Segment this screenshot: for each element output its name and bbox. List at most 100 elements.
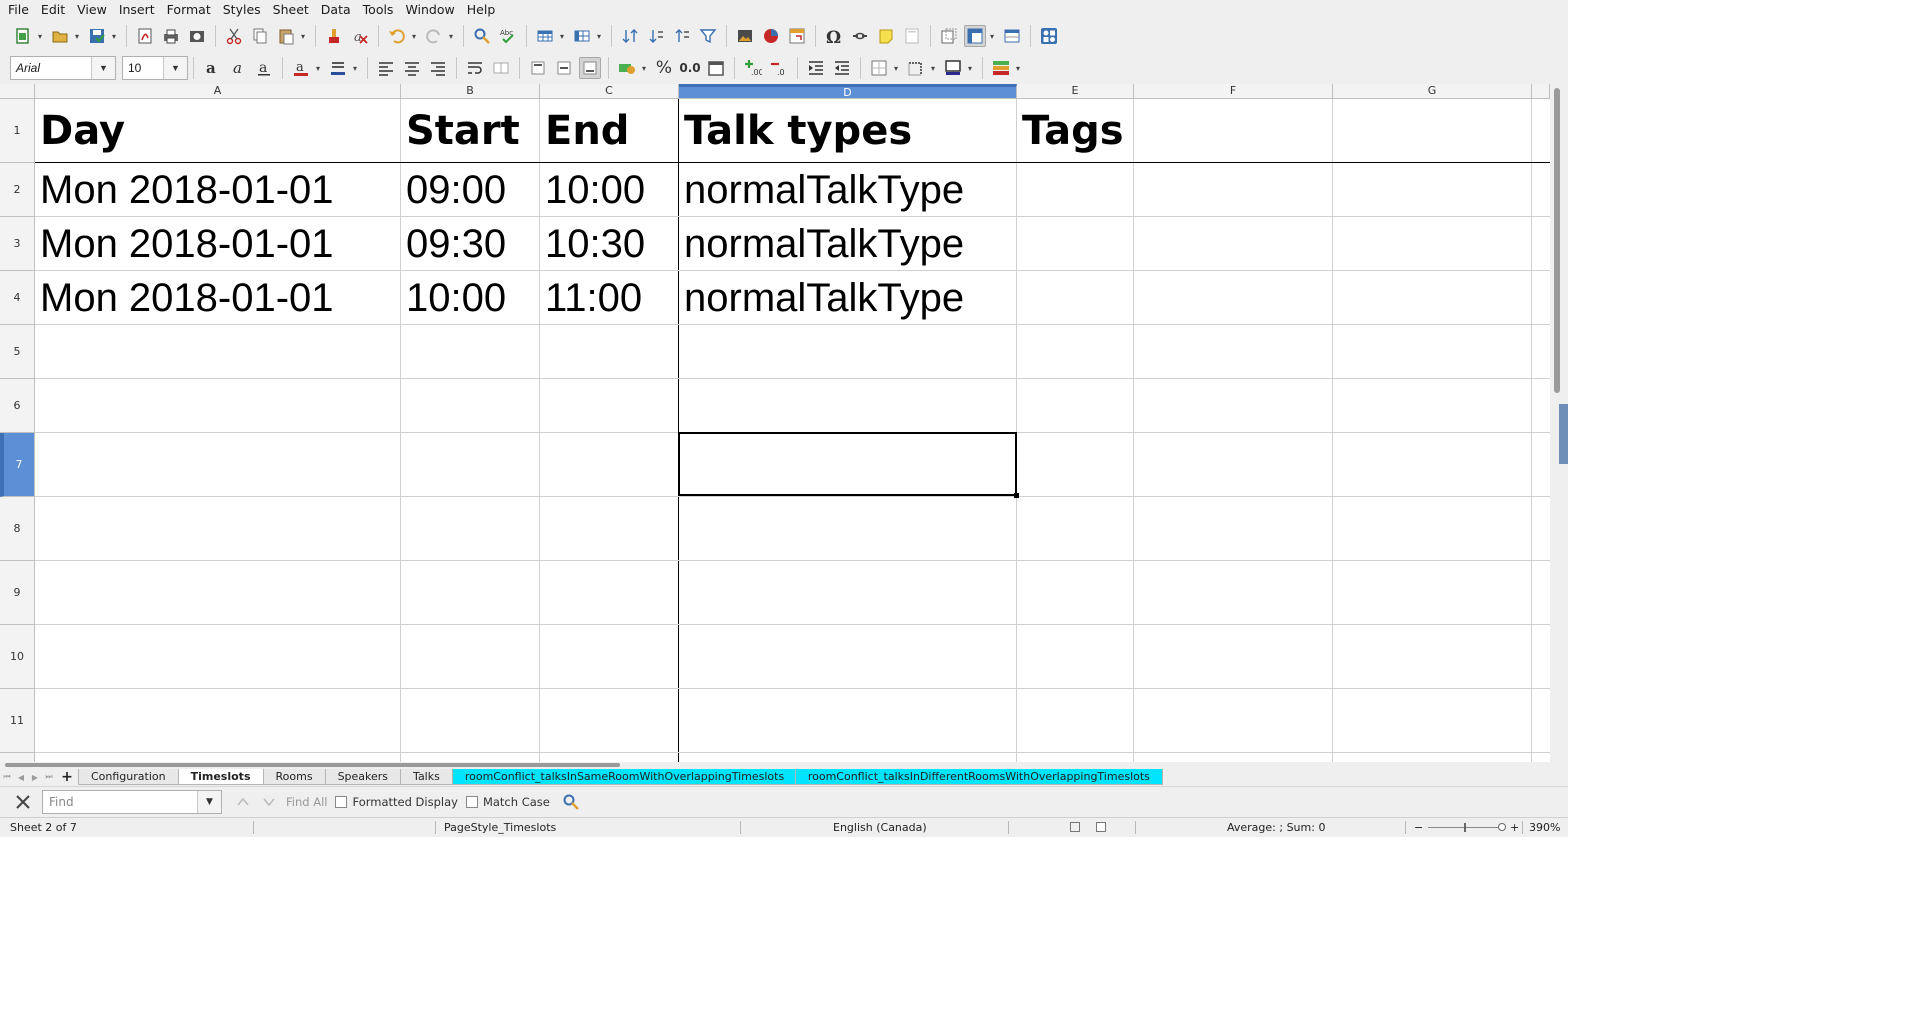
font-color-dropdown-icon[interactable]: ▾ <box>314 57 322 79</box>
font-size-box[interactable]: 10 ▼ <box>122 56 188 80</box>
special-character-icon[interactable]: Ω <box>823 25 845 47</box>
print-preview-icon[interactable] <box>186 25 208 47</box>
center-vertically-icon[interactable] <box>553 57 575 79</box>
align-top-icon[interactable] <box>527 57 549 79</box>
cell-e1[interactable]: Tags <box>1017 99 1124 162</box>
page-style[interactable]: PageStyle_Timeslots <box>444 821 556 834</box>
hyperlink-icon[interactable] <box>849 25 871 47</box>
clone-formatting-icon[interactable] <box>323 25 345 47</box>
conditional-format-icon[interactable] <box>990 57 1012 79</box>
column-header-e[interactable]: E <box>1017 84 1134 99</box>
cell-d4[interactable]: normalTalkType <box>679 271 964 325</box>
tab-rooms[interactable]: Rooms <box>262 769 326 785</box>
align-bottom-icon[interactable] <box>579 57 601 79</box>
font-color-icon[interactable]: a <box>290 57 312 79</box>
tab-room-conflict-different-rooms[interactable]: roomConflict_talksInDifferentRoomsWithOv… <box>794 769 1163 785</box>
fill-handle[interactable] <box>1014 493 1019 498</box>
first-sheet-icon[interactable]: ⏮ <box>0 772 14 782</box>
select-all-corner[interactable] <box>0 84 35 99</box>
cell-c4[interactable]: 11:00 <box>540 271 642 325</box>
find-all-button[interactable]: Find All <box>286 795 327 809</box>
copy-icon[interactable] <box>249 25 271 47</box>
menu-data[interactable]: Data <box>315 0 357 20</box>
menu-help[interactable]: Help <box>461 0 502 20</box>
cell-b4[interactable]: 10:00 <box>401 271 506 325</box>
paste-dropdown-icon[interactable]: ▾ <box>299 25 307 47</box>
align-left-icon[interactable] <box>375 57 397 79</box>
undo-icon[interactable] <box>386 25 408 47</box>
column-header-b[interactable]: B <box>401 84 540 99</box>
cell-c3[interactable]: 10:30 <box>540 217 645 271</box>
zoom-slider[interactable] <box>1428 827 1504 828</box>
delete-decimal-place-icon[interactable]: .0 <box>768 57 790 79</box>
find-previous-icon[interactable] <box>232 791 254 813</box>
date-format-icon[interactable] <box>705 57 727 79</box>
selected-cell-d7[interactable] <box>678 432 1017 496</box>
cell-b1[interactable]: Start <box>401 99 520 162</box>
row-header-4[interactable]: 4 <box>0 271 35 325</box>
cell-a3[interactable]: Mon 2018-01-01 <box>35 217 334 271</box>
bold-icon[interactable]: a <box>201 57 223 79</box>
column-header-f[interactable]: F <box>1134 84 1333 99</box>
wrap-text-icon[interactable] <box>464 57 486 79</box>
row-icon[interactable] <box>534 25 556 47</box>
decrease-indent-icon[interactable] <box>831 57 853 79</box>
find-replace-icon[interactable] <box>560 791 582 813</box>
cell-d2[interactable]: normalTalkType <box>679 163 964 217</box>
cell-a1[interactable]: Day <box>35 99 125 162</box>
match-case-checkbox[interactable] <box>465 795 478 808</box>
column-icon[interactable] <box>571 25 593 47</box>
menu-view[interactable]: View <box>71 0 113 20</box>
currency-format-icon[interactable] <box>616 57 638 79</box>
zoom-level[interactable]: 390% <box>1529 821 1560 834</box>
chevron-down-icon[interactable]: ▼ <box>197 790 221 813</box>
cell-b3[interactable]: 09:30 <box>401 217 506 271</box>
save-dropdown-icon[interactable]: ▾ <box>110 25 118 47</box>
chevron-down-icon[interactable]: ▼ <box>91 57 115 79</box>
cell-c2[interactable]: 10:00 <box>540 163 645 217</box>
vertical-scrollbar[interactable] <box>1550 84 1568 762</box>
column-header-a[interactable]: A <box>35 84 401 99</box>
menu-window[interactable]: Window <box>399 0 460 20</box>
zoom-in-icon[interactable]: + <box>1510 821 1519 834</box>
vertical-scrollbar-thumb[interactable] <box>1554 88 1560 393</box>
spreadsheet-grid[interactable]: A B C D E F G 1 2 3 4 5 6 7 8 9 10 11 Da… <box>0 84 1550 762</box>
zoom-out-icon[interactable]: − <box>1414 821 1423 834</box>
row-header-5[interactable]: 5 <box>0 325 35 379</box>
menu-tools[interactable]: Tools <box>357 0 400 20</box>
last-sheet-icon[interactable]: ⏭ <box>42 772 56 782</box>
menu-format[interactable]: Format <box>161 0 217 20</box>
background-color-dropdown-icon[interactable]: ▾ <box>351 57 359 79</box>
new-dropdown-icon[interactable]: ▾ <box>36 25 44 47</box>
row-header-2[interactable]: 2 <box>0 163 35 217</box>
cell-c1[interactable]: End <box>540 99 629 162</box>
align-center-icon[interactable] <box>401 57 423 79</box>
freeze-dropdown-icon[interactable]: ▾ <box>988 25 996 47</box>
autofilter-icon[interactable] <box>697 25 719 47</box>
previous-sheet-icon[interactable]: ◀ <box>14 773 28 782</box>
borders-icon[interactable] <box>868 57 890 79</box>
row-header-6[interactable]: 6 <box>0 379 35 433</box>
tab-talks[interactable]: Talks <box>400 769 453 785</box>
row-header-8[interactable]: 8 <box>0 497 35 561</box>
redo-icon[interactable] <box>423 25 445 47</box>
cell-a2[interactable]: Mon 2018-01-01 <box>35 163 334 217</box>
column-header-c[interactable]: C <box>540 84 679 99</box>
formatted-display-checkbox[interactable] <box>335 795 348 808</box>
sidebar-toggle-handle[interactable] <box>1559 404 1568 464</box>
sort-ascending-icon[interactable] <box>645 25 667 47</box>
paste-icon[interactable] <box>275 25 297 47</box>
find-next-icon[interactable] <box>258 791 280 813</box>
image-icon[interactable] <box>734 25 756 47</box>
row-header-9[interactable]: 9 <box>0 561 35 625</box>
column-header-g[interactable]: G <box>1333 84 1532 99</box>
tab-configuration[interactable]: Configuration <box>78 769 179 785</box>
background-color-icon[interactable] <box>327 57 349 79</box>
define-print-area-icon[interactable] <box>938 25 960 47</box>
add-decimal-place-icon[interactable]: .00 <box>742 57 764 79</box>
menu-insert[interactable]: Insert <box>113 0 161 20</box>
borders-dropdown-icon[interactable]: ▾ <box>892 57 900 79</box>
new-icon[interactable] <box>12 25 34 47</box>
border-style-icon[interactable] <box>905 57 927 79</box>
pivot-table-icon[interactable] <box>786 25 808 47</box>
